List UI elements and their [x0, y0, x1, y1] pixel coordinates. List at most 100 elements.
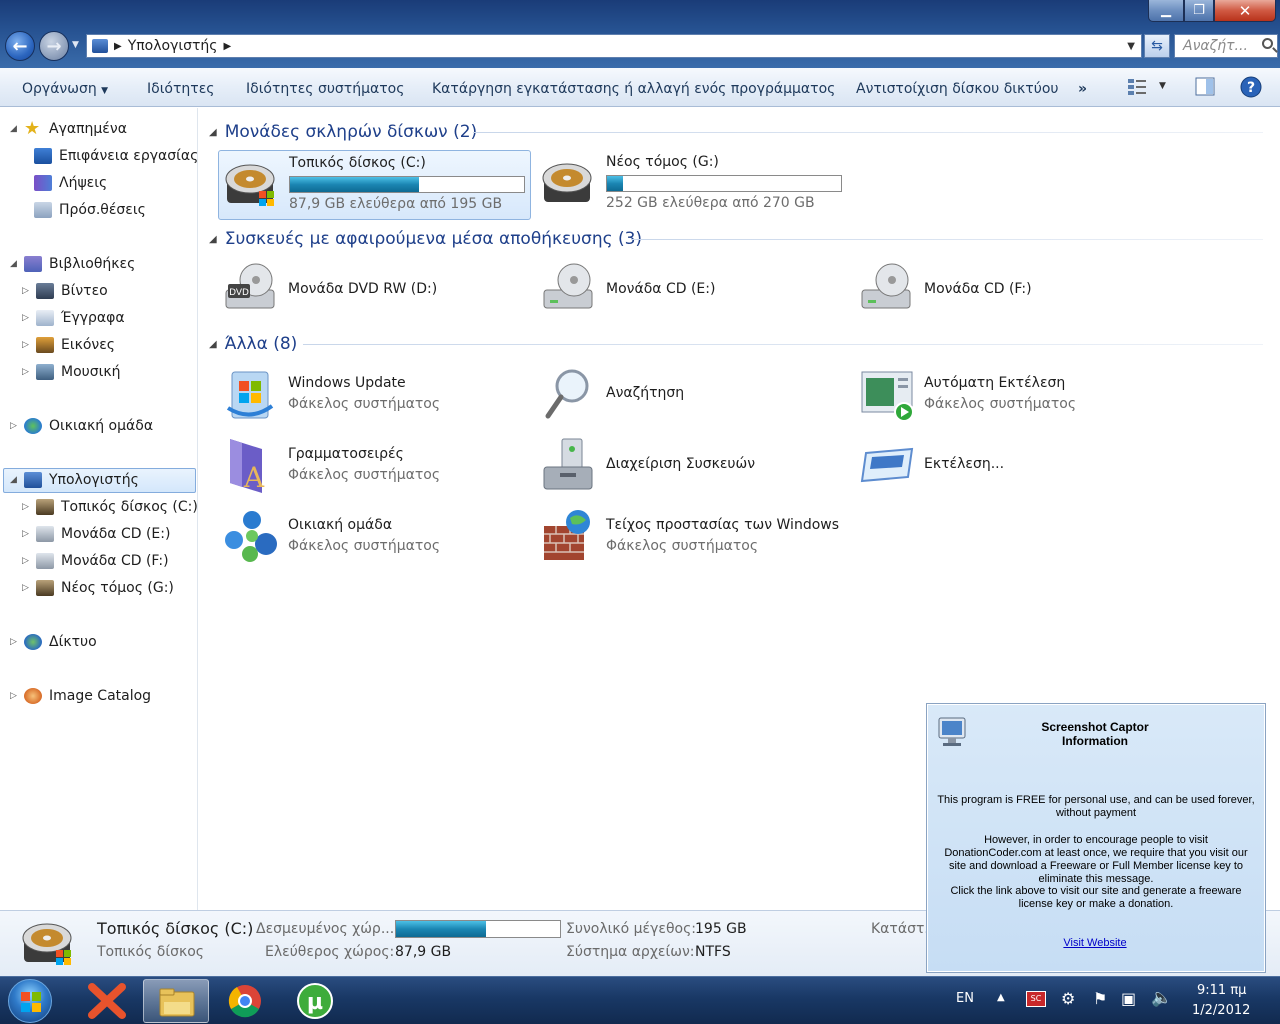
collapsed-triangle-icon[interactable]: ▷	[22, 556, 32, 566]
item-windows-firewall[interactable]: Τείχος προστασίας των Windows Φάκελος συ…	[536, 505, 856, 575]
nav-cd-f[interactable]: ▷ Μονάδα CD (F:)	[22, 550, 169, 572]
network-tray-icon[interactable]: ▣	[1121, 989, 1136, 1008]
search-input[interactable]: Αναζήτ...	[1174, 34, 1278, 58]
homegroup-icon	[24, 418, 42, 434]
close-button[interactable]: ✕	[1214, 0, 1276, 22]
group-header-other[interactable]: ◢ Άλλα (8)	[209, 332, 297, 356]
search-placeholder: Αναζήτ...	[1183, 38, 1248, 54]
nav-recent-places[interactable]: Πρόσ.θέσεις	[34, 199, 146, 221]
organize-label: Οργάνωση	[22, 81, 97, 97]
item-name: Εκτέλεση...	[924, 456, 1005, 472]
forward-button[interactable]: →	[39, 31, 69, 61]
drive-name: Τοπικός δίσκος (C:)	[289, 155, 426, 171]
preview-pane-icon[interactable]	[1195, 77, 1215, 97]
details-used-label: Δεσμευμένος χώρ...	[256, 921, 395, 937]
screenshot-captor-info-popup[interactable]: Screenshot Captor Information This progr…	[926, 703, 1266, 973]
collapsed-triangle-icon[interactable]: ▷	[22, 286, 32, 296]
visit-website-link[interactable]: Visit Website	[927, 937, 1263, 949]
recent-pages-dropdown[interactable]: ▼	[72, 40, 79, 50]
address-dropdown-icon[interactable]: ▼	[1127, 41, 1135, 52]
nav-new-volume-g[interactable]: ▷ Νέος τόμος (G:)	[22, 577, 174, 599]
collapsed-triangle-icon[interactable]: ▷	[22, 529, 32, 539]
collapsed-triangle-icon[interactable]: ▷	[22, 340, 32, 350]
nav-homegroup[interactable]: ▷ Οικιακή ομάδα	[10, 415, 153, 437]
nav-music[interactable]: ▷ Μουσική	[22, 361, 120, 383]
nav-documents[interactable]: ▷ Έγγραφα	[22, 307, 125, 329]
nav-desktop[interactable]: Επιφάνεια εργασίας	[34, 145, 198, 167]
nav-downloads[interactable]: Λήψεις	[34, 172, 107, 194]
group-header-hard-disks[interactable]: ◢ Μονάδες σκληρών δίσκων (2)	[209, 120, 477, 144]
utorrent-icon: µ	[297, 983, 333, 1019]
map-network-drive-button[interactable]: Αντιστοίχιση δίσκου δικτύου	[856, 77, 1058, 101]
collapsed-triangle-icon[interactable]: ▷	[22, 367, 32, 377]
volume-icon[interactable]: 🔈	[1151, 988, 1172, 1008]
expanded-triangle-icon[interactable]: ◢	[10, 475, 20, 485]
collapsed-triangle-icon[interactable]: ▷	[22, 502, 32, 512]
collapsed-triangle-icon[interactable]: ▷	[10, 421, 20, 431]
item-autoplay[interactable]: Αυτόματη Εκτέλεση Φάκελος συστήματος	[854, 363, 1154, 433]
screenshot-captor-tray-icon[interactable]: SC	[1026, 991, 1046, 1007]
taskbar-chrome[interactable]	[212, 979, 278, 1023]
clock-date[interactable]: 1/2/2012	[1192, 1003, 1250, 1018]
expanded-triangle-icon[interactable]: ◢	[209, 339, 217, 350]
collapsed-triangle-icon[interactable]: ▷	[10, 691, 20, 701]
item-windows-update[interactable]: Windows Update Φάκελος συστήματος	[218, 363, 518, 433]
expanded-triangle-icon[interactable]: ◢	[10, 259, 20, 269]
taskbar-explorer[interactable]	[143, 979, 209, 1023]
nav-computer[interactable]: ◢ Υπολογιστής	[10, 469, 139, 491]
language-indicator[interactable]: EN	[956, 991, 974, 1006]
collapsed-triangle-icon[interactable]: ▷	[10, 637, 20, 647]
nav-libraries[interactable]: ◢ Βιβλιοθήκες	[10, 253, 135, 275]
breadcrumb-separator-icon[interactable]: ▶	[224, 41, 232, 52]
collapsed-triangle-icon[interactable]: ▷	[22, 313, 32, 323]
expanded-triangle-icon[interactable]: ◢	[209, 234, 217, 245]
breadcrumb-computer[interactable]: Υπολογιστής	[128, 38, 218, 54]
item-homegroup[interactable]: Οικιακή ομάδα Φάκελος συστήματος	[218, 505, 518, 575]
properties-button[interactable]: Ιδιότητες	[147, 77, 215, 101]
drive-tile-g[interactable]: Νέος τόμος (G:) 252 GB ελεύθερα από 270 …	[536, 150, 849, 220]
nav-cd-e[interactable]: ▷ Μονάδα CD (E:)	[22, 523, 170, 545]
address-bar[interactable]: ▶ Υπολογιστής ▶ ▼	[86, 34, 1142, 58]
uninstall-program-button[interactable]: Κατάργηση εγκατάστασης ή αλλαγή ενός προ…	[432, 77, 835, 101]
system-properties-button[interactable]: Ιδιότητες συστήματος	[246, 77, 404, 101]
nav-network[interactable]: ▷ Δίκτυο	[10, 631, 97, 653]
nav-favorites[interactable]: ◢ ★ Αγαπημένα	[10, 118, 127, 140]
refresh-button[interactable]: ⇆	[1144, 34, 1170, 58]
taskbar-utorrent[interactable]: µ	[282, 979, 348, 1023]
view-options-dropdown-icon[interactable]: ▼	[1159, 81, 1166, 91]
nav-pictures[interactable]: ▷ Εικόνες	[22, 334, 115, 356]
maximize-button[interactable]: ❐	[1184, 0, 1214, 22]
more-commands-button[interactable]: »	[1078, 77, 1087, 101]
back-button[interactable]: ←	[5, 31, 35, 61]
collapsed-triangle-icon[interactable]: ▷	[22, 583, 32, 593]
item-device-manager[interactable]: Διαχείριση Συσκευών	[536, 434, 836, 504]
item-search[interactable]: Αναζήτηση	[536, 363, 836, 433]
minimize-button[interactable]: ▁	[1148, 0, 1184, 22]
clock-time[interactable]: 9:11 πμ	[1197, 983, 1246, 998]
nav-videos[interactable]: ▷ Βίντεο	[22, 280, 108, 302]
change-view-icon[interactable]	[1127, 78, 1147, 96]
nav-pictures-label: Εικόνες	[61, 337, 116, 353]
taskbar-app-x[interactable]	[74, 979, 140, 1023]
removable-tile-dvd-d[interactable]: DVD Μονάδα DVD RW (D:)	[218, 258, 518, 328]
start-button[interactable]	[8, 979, 52, 1023]
removable-tile-cd-e[interactable]: Μονάδα CD (E:)	[536, 258, 836, 328]
breadcrumb-separator-icon[interactable]: ▶	[114, 41, 122, 52]
item-run[interactable]: Εκτέλεση...	[854, 434, 1154, 504]
group-header-removable[interactable]: ◢ Συσκευές με αφαιρούμενα μέσα αποθήκευσ…	[209, 227, 642, 251]
expanded-triangle-icon[interactable]: ◢	[209, 127, 217, 138]
organize-button[interactable]: Οργάνωση ▼	[22, 77, 108, 101]
autoplay-icon	[861, 371, 914, 422]
help-icon[interactable]: ?	[1240, 76, 1262, 98]
steam-tray-icon[interactable]: ⚙	[1061, 989, 1075, 1008]
nav-image-catalog[interactable]: ▷ Image Catalog	[10, 685, 151, 707]
item-fonts[interactable]: A Γραμματοσειρές Φάκελος συστήματος	[218, 434, 518, 504]
item-type: Φάκελος συστήματος	[288, 538, 441, 554]
hard-drive-icon	[542, 163, 592, 202]
action-center-flag-icon[interactable]: ⚑	[1093, 989, 1107, 1008]
expanded-triangle-icon[interactable]: ◢	[10, 124, 20, 134]
removable-tile-cd-f[interactable]: Μονάδα CD (F:)	[854, 258, 1154, 328]
show-hidden-icons-button[interactable]: ▲	[997, 992, 1005, 1003]
nav-local-disk-c[interactable]: ▷ Τοπικός δίσκος (C:)	[22, 496, 198, 518]
drive-tile-c[interactable]: Τοπικός δίσκος (C:) 87,9 GB ελεύθερα από…	[218, 150, 531, 220]
